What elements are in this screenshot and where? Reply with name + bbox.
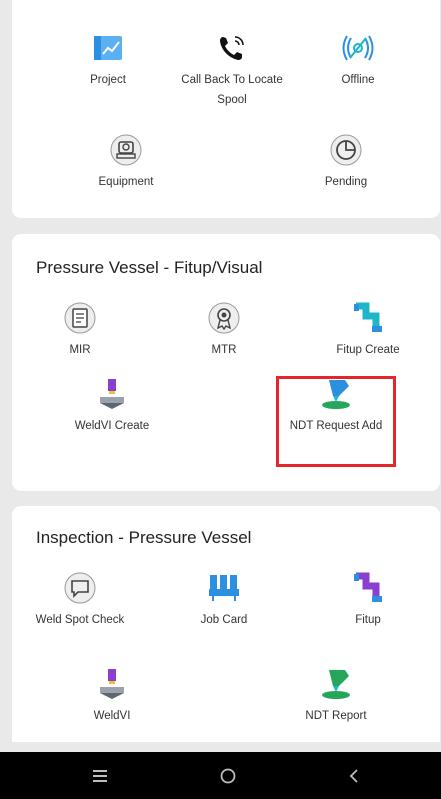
section-title: Pressure Vessel - Fitup/Visual [36,258,263,277]
tile-label: MIR [69,344,91,356]
tile-project[interactable]: Project [48,30,168,90]
tile-call-back[interactable]: Call Back To Locate Spool [172,30,292,110]
tile-mtr[interactable]: MTR [164,300,284,360]
tile-mir[interactable]: MIR [20,300,140,360]
tile-weld-spot-check[interactable]: Weld Spot Check [20,570,140,630]
section-title: Inspection - Pressure Vessel [36,528,252,547]
chat-spot-icon [62,570,98,606]
card-general: Project Call Back To Locate Spool Offlin… [12,0,440,218]
tile-fitup-create[interactable]: Fitup Create [308,300,428,360]
project-chart-icon [90,30,126,66]
tile-label: MTR [211,344,237,356]
pipe-fitup-icon [350,300,386,336]
offline-wave-icon [340,30,376,66]
system-navigation-bar [0,752,441,799]
phone-call-icon [214,30,250,66]
tile-label: Pending [324,176,368,188]
recent-apps-button[interactable] [78,760,122,792]
tile-label: Call Back To Locate Spool [181,74,283,106]
home-circle-icon [220,768,236,784]
tile-label: Project [90,74,126,86]
weld-vi-icon [94,376,130,412]
tile-offline[interactable]: Offline [298,30,418,90]
back-chevron-icon [349,769,358,783]
equipment-icon [108,132,144,168]
home-button[interactable] [206,760,250,792]
certificate-badge-icon [206,300,242,336]
tile-ndt-report[interactable]: NDT Report [276,666,396,726]
tile-label: WeldVI [93,710,131,722]
document-icon [62,300,98,336]
ndt-report-icon [318,666,354,702]
tile-job-card[interactable]: Job Card [164,570,284,630]
tile-label: NDT Report [305,710,367,722]
pie-chart-icon [328,132,364,168]
tile-label: Fitup [355,614,381,626]
highlight-box [276,376,396,467]
tile-label: WeldVI Create [74,420,150,432]
pipe-fitup-icon [350,570,386,606]
tile-equipment[interactable]: Equipment [66,132,186,192]
tile-label: Equipment [98,176,154,188]
job-card-icon [206,570,242,606]
tile-fitup[interactable]: Fitup [308,570,428,630]
tile-weldvi-create[interactable]: WeldVI Create [52,376,172,436]
card-inspection: Inspection - Pressure Vessel Weld Spot C… [12,506,440,742]
back-button[interactable] [332,760,376,792]
tile-label: Offline [341,74,375,86]
weld-vi-icon [94,666,130,702]
tile-pending[interactable]: Pending [286,132,406,192]
menu-lines-icon [93,770,107,782]
tile-weldvi[interactable]: WeldVI [52,666,172,726]
tile-label: Weld Spot Check [35,614,125,626]
tile-label: Fitup Create [336,344,400,356]
tile-label: Job Card [200,614,248,626]
